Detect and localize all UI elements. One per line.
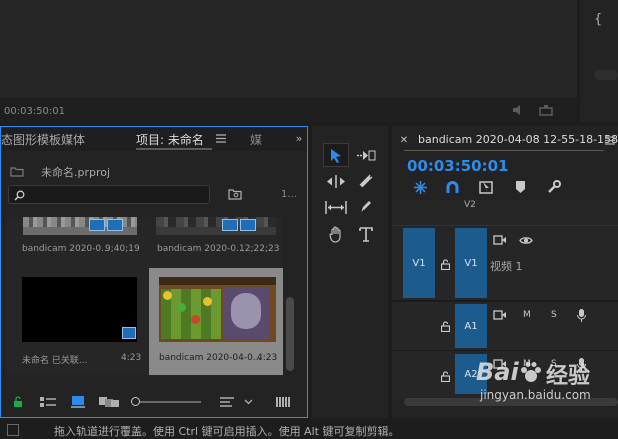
tab-motion-graphics[interactable]: 态图形模板媒体 <box>1 131 85 148</box>
program-marker: { <box>594 12 603 27</box>
new-bin-from-search-icon[interactable] <box>227 187 243 201</box>
pen-tool-icon[interactable] <box>354 198 378 216</box>
project-file-name: 未命名.prproj <box>41 166 111 179</box>
item-count: 1... <box>281 189 297 200</box>
audio-icon[interactable] <box>510 103 526 117</box>
search-icon <box>12 188 26 202</box>
track-lock-a1-icon[interactable] <box>439 320 451 332</box>
media-thumb-3[interactable] <box>22 277 137 342</box>
media-duration-1: 9;40;19 <box>105 244 140 254</box>
track-v2-row[interactable] <box>392 214 618 226</box>
hand-tool-icon[interactable] <box>324 224 348 244</box>
status-info-icon <box>6 423 20 437</box>
zoom-slider-handle[interactable] <box>131 397 140 406</box>
source-video-area <box>0 0 577 98</box>
linked-badge-icon <box>89 219 105 231</box>
media-thumb-4[interactable] <box>159 277 276 342</box>
track-target-a1[interactable]: A1 <box>455 304 487 348</box>
toggle-output-v1-icon[interactable] <box>518 234 534 246</box>
tab-menu-icon[interactable] <box>215 132 227 144</box>
media-name-2: bandicam 2020-0... <box>157 244 245 254</box>
media-name-1: bandicam 2020-0... <box>22 244 110 254</box>
project-panel: 态图形模板媒体 项目: 未命名 媒 » 未命名.prproj 1... band… <box>0 126 308 418</box>
voiceover-a1-icon[interactable] <box>575 308 587 322</box>
sequence-badge-icon <box>122 327 136 339</box>
media-name-4: bandicam 2020-04-0... <box>159 353 262 363</box>
add-marker-icon[interactable] <box>512 180 528 194</box>
wrench-icon[interactable] <box>546 180 562 194</box>
timeline-timecode[interactable]: 00:03:50:01 <box>407 157 509 175</box>
status-bar: 拖入轨道进行覆盖。使用 Ctrl 键可启用插入。使用 Alt 键可复制剪辑。 <box>0 420 618 439</box>
razor-tool-icon[interactable] <box>354 172 378 190</box>
lock-icon[interactable] <box>11 395 25 409</box>
slip-tool-icon[interactable] <box>324 198 348 216</box>
icon-view-icon[interactable] <box>69 395 87 409</box>
sync-lock-v1-icon[interactable] <box>492 234 508 246</box>
media-thumb-1[interactable] <box>23 217 137 235</box>
sequence-tab-title[interactable]: bandicam 2020-04-08 12-55-18-158 <box>418 133 618 146</box>
track-lock-v1-icon[interactable] <box>439 258 451 270</box>
list-view-icon[interactable] <box>39 395 57 409</box>
tab-media[interactable]: 媒 <box>250 131 262 148</box>
audio-track-divider <box>392 350 618 351</box>
watermark-url: jingyan.baidu.com <box>480 388 591 402</box>
timeline-menu-icon[interactable] <box>604 134 616 146</box>
automate-to-sequence-icon[interactable] <box>275 395 293 409</box>
sort-icon[interactable] <box>219 395 235 409</box>
watermark-brand: Bai <box>476 358 519 386</box>
sequence-tab-underline <box>404 150 604 151</box>
mute-a1-button[interactable]: M <box>523 310 531 320</box>
tab-project[interactable]: 项目: 未命名 <box>136 131 204 148</box>
watermark-brand2: 经验 <box>546 364 591 389</box>
source-timecode: 00:03:50:01 <box>4 106 66 117</box>
program-scrollbar[interactable] <box>594 70 618 80</box>
media-duration-4: 4:23 <box>257 353 278 363</box>
export-frame-icon[interactable] <box>538 103 554 117</box>
source-monitor: 00:03:50:01 <box>0 0 577 122</box>
tab-project-underline <box>136 148 212 150</box>
linked-selection-icon[interactable] <box>478 180 494 194</box>
track-target-v1[interactable]: V1 <box>455 228 487 298</box>
media-duration-3: 4:23 <box>121 353 142 363</box>
freeform-view-icon[interactable] <box>98 395 120 409</box>
search-field[interactable] <box>8 185 210 204</box>
project-tabs: 态图形模板媒体 项目: 未命名 媒 » <box>1 127 307 151</box>
zoom-slider[interactable] <box>131 397 201 406</box>
track-lock-a2-icon[interactable] <box>439 370 451 382</box>
tools-panel <box>312 126 388 418</box>
ripple-edit-tool-icon[interactable] <box>324 172 348 190</box>
baidu-watermark: Bai 经验 jingyan.baidu.com <box>468 356 618 410</box>
media-name-3: 未命名 已关联... <box>22 356 88 366</box>
snap-magnet-icon[interactable] <box>444 180 460 194</box>
audio-badge-icon <box>107 219 123 231</box>
sync-lock-a1-icon[interactable] <box>492 309 508 321</box>
media-duration-2: 12;22;23 <box>239 244 280 254</box>
track-v1-name: 视频 1 <box>490 260 523 273</box>
media-thumb-2[interactable] <box>156 217 276 235</box>
video-audio-divider <box>392 300 618 302</box>
sort-dropdown-icon[interactable] <box>241 395 255 409</box>
project-folder-icon <box>9 164 25 178</box>
snap-nest-icon[interactable] <box>412 180 428 194</box>
program-monitor-edge: { <box>580 0 618 122</box>
source-patch-v1[interactable]: V1 <box>403 228 435 298</box>
type-tool-icon[interactable] <box>354 224 378 244</box>
media-grid-scrollbar[interactable] <box>286 297 294 371</box>
solo-a1-button[interactable]: S <box>551 310 557 320</box>
track-v2-label: V2 <box>464 200 476 210</box>
more-tabs-icon[interactable]: » <box>292 131 306 145</box>
baidu-paw-icon <box>518 360 544 386</box>
track-select-tool-icon[interactable] <box>354 146 378 164</box>
media-grid: bandicam 2020-0... 9;40;19 bandicam 2020… <box>7 217 283 375</box>
selection-tool-icon[interactable] <box>323 143 349 167</box>
close-sequence-icon[interactable]: ✕ <box>398 134 410 146</box>
status-message: 拖入轨道进行覆盖。使用 Ctrl 键可启用插入。使用 Alt 键可复制剪辑。 <box>54 425 400 438</box>
